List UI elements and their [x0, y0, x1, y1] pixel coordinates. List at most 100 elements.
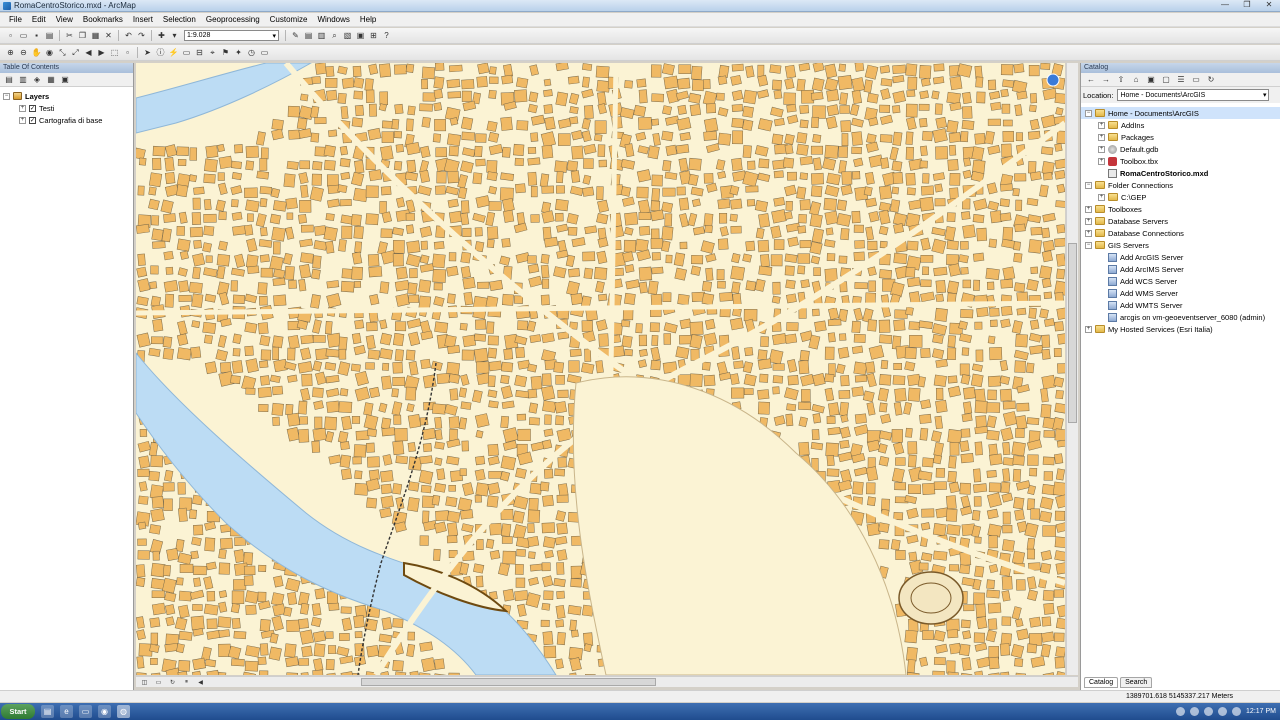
expand-icon[interactable]: + — [1085, 229, 1092, 237]
model-builder-icon[interactable]: ⊞ — [368, 30, 379, 41]
open-icon[interactable]: ▭ — [18, 30, 29, 41]
layers-root[interactable]: − Layers — [3, 90, 133, 102]
expand-icon[interactable]: + — [1085, 325, 1092, 333]
tab-search[interactable]: Search — [1120, 677, 1153, 688]
maximize-button[interactable]: ❐ — [1240, 0, 1254, 9]
pause-drawing-icon[interactable]: ⏸ — [182, 678, 191, 686]
home-icon[interactable]: ⌂ — [1131, 75, 1141, 85]
expand-icon[interactable]: + — [1098, 145, 1105, 153]
html-popup-icon[interactable]: ▭ — [181, 47, 192, 58]
catalog-item[interactable]: + C:\GEP — [1081, 191, 1280, 203]
search-window-icon[interactable]: ⌕ — [329, 30, 340, 41]
layer-item-testi[interactable]: + ✓ Testi — [3, 102, 133, 114]
find-route-icon[interactable]: ⚑ — [220, 47, 231, 58]
expand-icon[interactable]: + — [1098, 157, 1105, 165]
layer-visibility-checkbox[interactable]: ✓ — [29, 116, 36, 124]
map-vertical-scrollbar[interactable] — [1066, 63, 1078, 675]
network-icon[interactable] — [1204, 707, 1214, 716]
layer-visibility-checkbox[interactable]: ✓ — [29, 104, 36, 112]
start-button[interactable]: Start — [1, 704, 35, 719]
ie-icon[interactable]: e — [60, 705, 73, 718]
select-elements-icon[interactable]: ➤ — [142, 47, 153, 58]
undo-icon[interactable]: ↶ — [123, 30, 134, 41]
scroll-left-icon[interactable]: ◀ — [196, 678, 205, 686]
menu-bookmarks[interactable]: Bookmarks — [78, 15, 128, 24]
go-to-xy-icon[interactable]: ✦ — [233, 47, 244, 58]
fixed-zoom-out-icon[interactable]: ⤢ — [70, 47, 81, 58]
create-viewer-window-icon[interactable]: ▭ — [259, 47, 270, 58]
scrollbar-thumb[interactable] — [1068, 243, 1077, 423]
map-canvas[interactable] — [136, 63, 1065, 675]
time-slider-icon[interactable]: ◷ — [246, 47, 257, 58]
refresh-icon[interactable]: ↻ — [168, 678, 177, 686]
list-by-visibility-icon[interactable]: ◈ — [32, 75, 42, 85]
identify-icon[interactable]: ⓘ — [155, 47, 166, 58]
catalog-item[interactable]: + Database Servers — [1081, 215, 1280, 227]
add-data-icon[interactable]: ✚ — [156, 30, 167, 41]
menu-insert[interactable]: Insert — [128, 15, 158, 24]
close-button[interactable]: ✕ — [1262, 0, 1276, 9]
redo-icon[interactable]: ↷ — [136, 30, 147, 41]
expand-icon[interactable]: + — [19, 104, 26, 112]
catalog-item[interactable]: + AddIns — [1081, 119, 1280, 131]
volume-icon[interactable] — [1218, 707, 1228, 716]
save-icon[interactable]: ▪ — [31, 30, 42, 41]
full-extent-icon[interactable]: ◉ — [44, 47, 55, 58]
expand-icon[interactable]: − — [1085, 109, 1092, 117]
toggle-contents-icon[interactable]: ▭ — [1191, 75, 1201, 85]
menu-customize[interactable]: Customize — [265, 15, 313, 24]
catalog-item[interactable]: + Default.gdb — [1081, 143, 1280, 155]
catalog-item[interactable]: +Add WMS Server — [1081, 287, 1280, 299]
menu-view[interactable]: View — [51, 15, 78, 24]
disconnect-folder-icon[interactable]: ▢ — [1161, 75, 1171, 85]
minimize-button[interactable]: — — [1218, 0, 1232, 9]
layer-item-cartografia[interactable]: + ✓ Cartografia di base — [3, 114, 133, 126]
expand-icon[interactable]: − — [1085, 181, 1092, 189]
menu-selection[interactable]: Selection — [158, 15, 201, 24]
find-icon[interactable]: ⌖ — [207, 47, 218, 58]
menu-geoprocessing[interactable]: Geoprocessing — [201, 15, 265, 24]
arcmap-taskbar-icon[interactable]: ◍ — [117, 705, 130, 718]
catalog-item[interactable]: + Toolboxes — [1081, 203, 1280, 215]
catalog-item[interactable]: + Packages — [1081, 131, 1280, 143]
paste-icon[interactable]: ▦ — [90, 30, 101, 41]
back-extent-icon[interactable]: ◀ — [83, 47, 94, 58]
tab-catalog[interactable]: Catalog — [1084, 677, 1119, 688]
catalog-item[interactable]: +Add WMTS Server — [1081, 299, 1280, 311]
catalog-window-icon[interactable]: ▥ — [316, 30, 327, 41]
expand-icon[interactable]: + — [19, 116, 26, 124]
map-horizontal-scrollbar[interactable] — [361, 678, 656, 686]
catalog-item[interactable]: +RomaCentroStorico.mxd — [1081, 167, 1280, 179]
forward-extent-icon[interactable]: ▶ — [96, 47, 107, 58]
chrome-icon[interactable]: ◉ — [98, 705, 111, 718]
back-arrow-icon[interactable]: ← — [1086, 75, 1096, 85]
clear-selection-icon[interactable]: ▫ — [122, 47, 133, 58]
help-tray-icon[interactable] — [1190, 707, 1200, 716]
up-level-icon[interactable]: ⇧ — [1116, 75, 1126, 85]
editor-toolbar-icon[interactable]: ✎ — [290, 30, 301, 41]
catalog-item[interactable]: − Home - Documents\ArcGIS — [1081, 107, 1280, 119]
toc-options-icon[interactable]: ▣ — [60, 75, 70, 85]
select-features-icon[interactable]: ⬚ — [109, 47, 120, 58]
list-by-selection-icon[interactable]: ▦ — [46, 75, 56, 85]
cut-icon[interactable]: ✂ — [64, 30, 75, 41]
measure-icon[interactable]: ⊟ — [194, 47, 205, 58]
delete-icon[interactable]: ✕ — [103, 30, 114, 41]
menu-file[interactable]: File — [4, 15, 27, 24]
arctoolbox-icon[interactable]: ▧ — [342, 30, 353, 41]
data-view-icon[interactable]: ◫ — [140, 678, 149, 686]
new-document-icon[interactable]: ▫ — [5, 30, 16, 41]
map-view[interactable] — [136, 63, 1065, 675]
menu-windows[interactable]: Windows — [312, 15, 354, 24]
layout-view-icon[interactable]: ▭ — [154, 678, 163, 686]
location-dropdown[interactable]: Home - Documents\ArcGIS ▾ — [1117, 89, 1270, 101]
connect-folder-icon[interactable]: ▣ — [1146, 75, 1156, 85]
zoom-out-icon[interactable]: ⊖ — [18, 47, 29, 58]
menu-edit[interactable]: Edit — [27, 15, 51, 24]
catalog-item[interactable]: − GIS Servers — [1081, 239, 1280, 251]
chevron-down-icon[interactable]: ▾ — [1263, 91, 1267, 99]
menu-help[interactable]: Help — [355, 15, 381, 24]
map-scale-input[interactable]: 1:9.028 ▾ — [184, 30, 279, 41]
table-of-contents-icon[interactable]: ▤ — [303, 30, 314, 41]
list-by-drawing-order-icon[interactable]: ▤ — [4, 75, 14, 85]
